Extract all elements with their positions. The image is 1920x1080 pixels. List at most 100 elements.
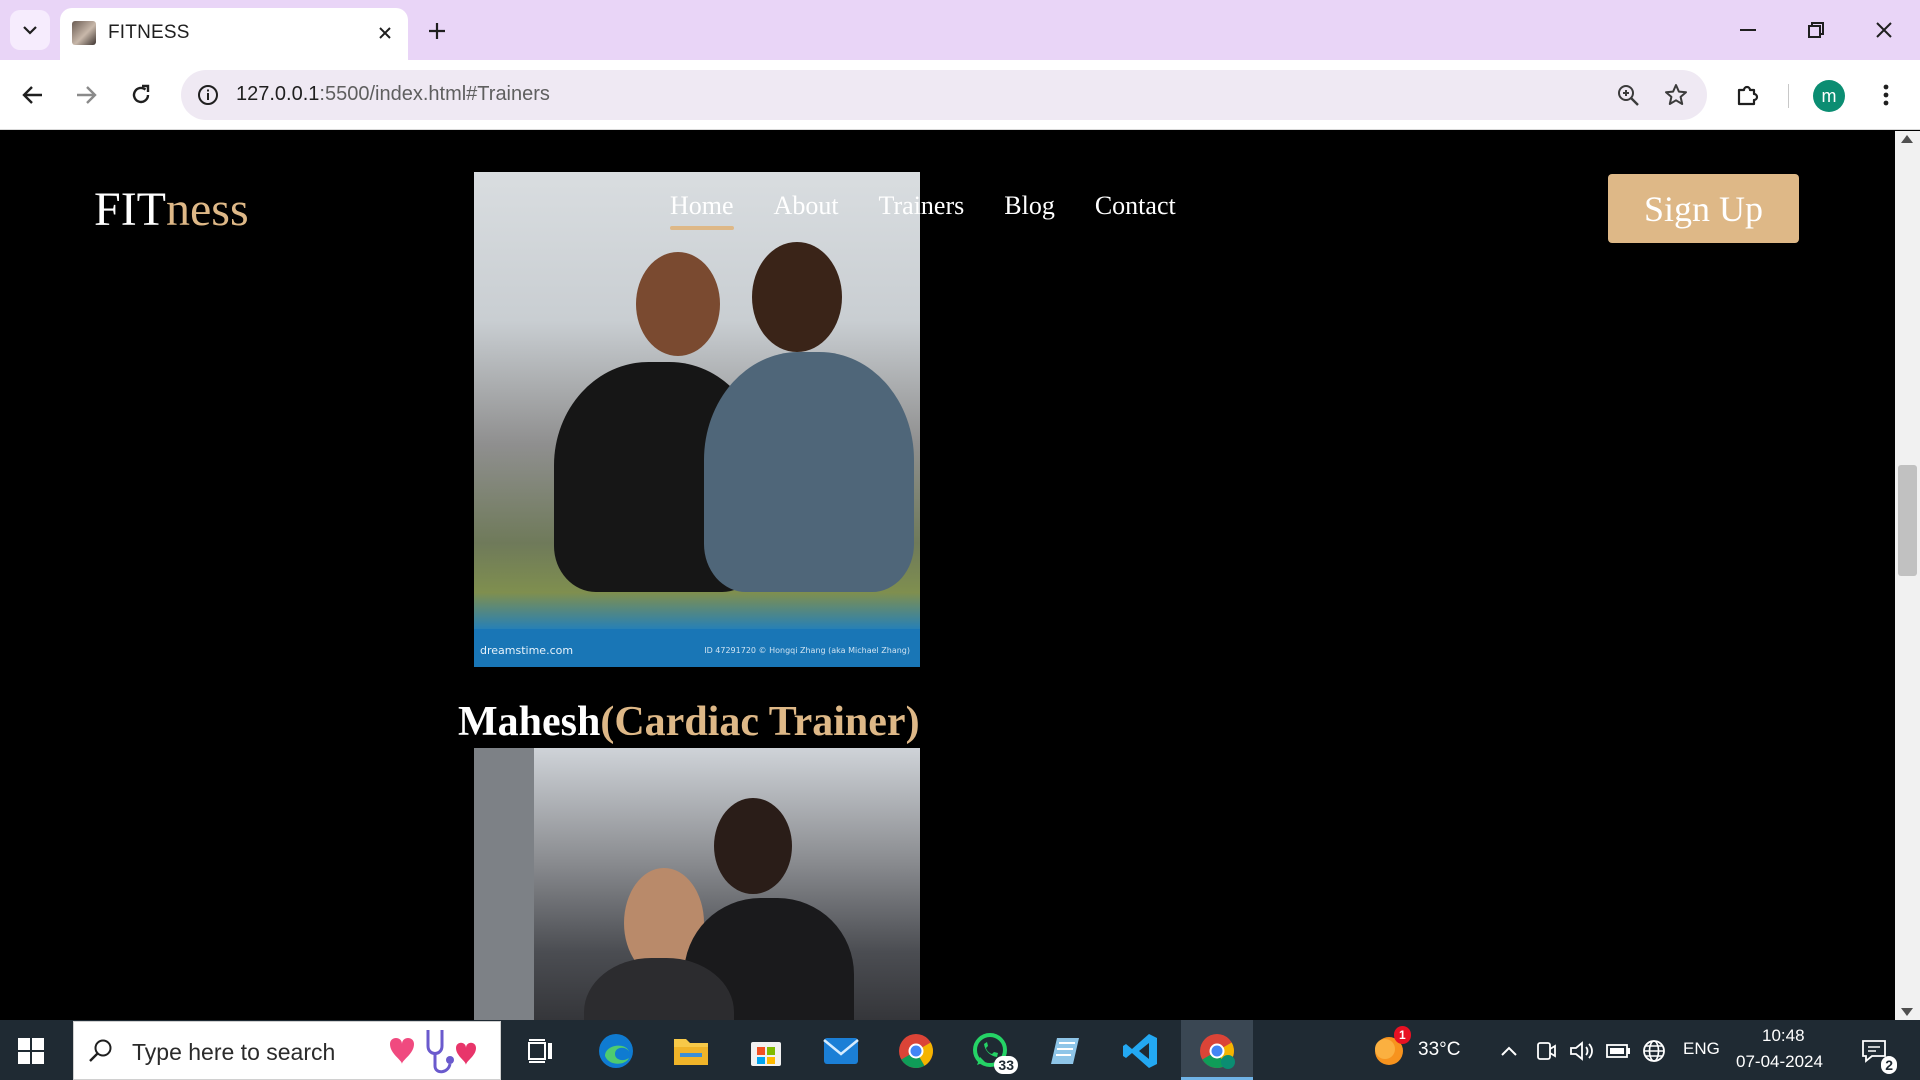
site-info-button[interactable]: [191, 78, 225, 112]
task-view-icon: [528, 1039, 552, 1063]
browser-tab-strip: FITNESS: [0, 0, 1920, 60]
zoom-button[interactable]: [1613, 80, 1643, 110]
browser-toolbar: 127.0.0.1:5500/index.html#Trainers m: [0, 60, 1920, 130]
photo-pillar: [474, 748, 534, 1020]
trainer-name: Mahesh: [458, 699, 601, 745]
new-tab-button[interactable]: [420, 14, 454, 48]
weather-alert-badge: 1: [1394, 1026, 1411, 1044]
windows-start-button[interactable]: [18, 1038, 44, 1064]
restore-button[interactable]: [1794, 8, 1838, 52]
bookmark-button[interactable]: [1661, 80, 1691, 110]
nav-contact[interactable]: Contact: [1095, 191, 1176, 221]
nav-home[interactable]: Home: [670, 191, 734, 230]
notification-center-button[interactable]: 2: [1853, 1030, 1897, 1074]
weather-temperature[interactable]: 33°C: [1418, 1039, 1460, 1061]
taskbar-edge[interactable]: [595, 1030, 637, 1072]
profile-avatar[interactable]: m: [1813, 80, 1845, 112]
minimize-button[interactable]: [1726, 8, 1770, 52]
photo-credit-detail: ID 47291720 © Hongqi Zhang (aka Michael …: [704, 646, 910, 655]
trainer-head-right: [752, 242, 842, 352]
nav-blog[interactable]: Blog: [1004, 191, 1055, 221]
trainer-photo-2: [474, 748, 920, 1020]
windows-logo-pane: [32, 1038, 44, 1050]
extensions-button[interactable]: [1726, 73, 1770, 117]
weather-widget[interactable]: 1: [1368, 1026, 1411, 1072]
more-vertical-icon: [1883, 84, 1889, 106]
vscode-icon: [1123, 1034, 1157, 1068]
trainer-role: (Cardiac Trainer): [600, 699, 920, 745]
close-window-button[interactable]: [1862, 8, 1906, 52]
meet-now-icon: [1537, 1042, 1556, 1060]
main-nav: Home About Trainers Blog Contact: [670, 191, 1176, 230]
tab-search-button[interactable]: [10, 10, 50, 50]
arrow-left-icon: [22, 86, 42, 104]
battery-icon: [1606, 1044, 1630, 1058]
taskbar-chrome[interactable]: [895, 1030, 937, 1072]
close-icon: [1876, 22, 1892, 38]
taskbar-vscode[interactable]: [1120, 1030, 1162, 1072]
clock-date[interactable]: 07-04-2024: [1736, 1052, 1823, 1072]
reload-button[interactable]: [119, 73, 163, 117]
scroll-up-arrow-icon[interactable]: [1901, 135, 1913, 143]
info-icon: [198, 85, 218, 105]
clock-time[interactable]: 10:48: [1762, 1026, 1805, 1046]
site-logo[interactable]: FITness: [94, 182, 249, 237]
tab-close-button[interactable]: [372, 20, 398, 46]
logo-accent: ness: [166, 183, 249, 236]
zoom-icon: [1618, 85, 1639, 106]
edge-icon: [599, 1034, 633, 1068]
taskbar-mail[interactable]: [820, 1030, 862, 1072]
taskbar: Type here to search 33 1 33°C ENG 10:48 …: [0, 1020, 1920, 1080]
reload-icon: [132, 84, 150, 104]
forward-button[interactable]: [64, 73, 108, 117]
puzzle-icon: [1737, 85, 1759, 106]
toolbar-divider: [1788, 84, 1789, 108]
back-button[interactable]: [11, 73, 55, 117]
show-hidden-icons-button[interactable]: [1488, 1030, 1530, 1072]
trainer-head-left: [636, 252, 720, 356]
taskbar-microsoft-store[interactable]: [745, 1030, 787, 1072]
url-path: :5500/index.html#Trainers: [319, 83, 550, 105]
tab-title: FITNESS: [108, 22, 190, 43]
star-icon: [1665, 84, 1687, 105]
taskbar-whatsapp[interactable]: 33: [970, 1030, 1018, 1074]
browser-menu-button[interactable]: [1864, 73, 1908, 117]
logo-main: FIT: [94, 183, 166, 236]
network-button[interactable]: [1633, 1030, 1675, 1072]
page-scrollbar[interactable]: [1895, 131, 1920, 1020]
task-view-button[interactable]: [520, 1030, 562, 1072]
windows-logo-pane: [18, 1052, 30, 1064]
taskbar-chrome-profile[interactable]: [1196, 1030, 1238, 1072]
folder-icon: [674, 1039, 708, 1065]
chevron-up-icon: [1501, 1046, 1517, 1056]
trainer-heading: Mahesh(Cardiac Trainer): [458, 698, 920, 746]
store-icon: [751, 1042, 781, 1066]
input-language[interactable]: ENG: [1683, 1039, 1720, 1059]
notification-count-badge: 2: [1881, 1056, 1897, 1074]
taskbar-file-explorer[interactable]: [670, 1030, 712, 1072]
search-icon: [89, 1039, 112, 1062]
url-text[interactable]: 127.0.0.1:5500/index.html#Trainers: [236, 83, 550, 106]
minimize-icon: [1740, 29, 1756, 31]
scrollbar-thumb[interactable]: [1898, 465, 1917, 576]
windows-logo-pane: [18, 1038, 30, 1050]
trainer-body-right: [704, 352, 914, 592]
nav-trainers[interactable]: Trainers: [879, 191, 965, 221]
chrome-icon: [899, 1034, 933, 1068]
whatsapp-unread-badge: 33: [994, 1056, 1018, 1074]
windows-logo-pane: [32, 1052, 44, 1064]
address-bar[interactable]: 127.0.0.1:5500/index.html#Trainers: [181, 70, 1707, 120]
photo-credit: dreamstime.com: [480, 644, 574, 657]
search-highlight-stethoscope-icon: [390, 1030, 476, 1074]
taskbar-search-box[interactable]: Type here to search: [73, 1021, 501, 1080]
chrome-profile-icon: [1200, 1034, 1235, 1069]
signup-button[interactable]: Sign Up: [1608, 174, 1799, 243]
tab-favicon-icon: [72, 21, 96, 45]
search-placeholder: Type here to search: [132, 1039, 336, 1065]
nav-about[interactable]: About: [774, 191, 839, 221]
browser-tab-active[interactable]: FITNESS: [60, 8, 408, 60]
url-host: 127.0.0.1: [236, 83, 320, 105]
trainer-photo-1: dreamstime.com ID 47291720 © Hongqi Zhan…: [474, 172, 920, 667]
taskbar-notes-app[interactable]: [1045, 1030, 1087, 1072]
scroll-down-arrow-icon[interactable]: [1901, 1008, 1913, 1016]
